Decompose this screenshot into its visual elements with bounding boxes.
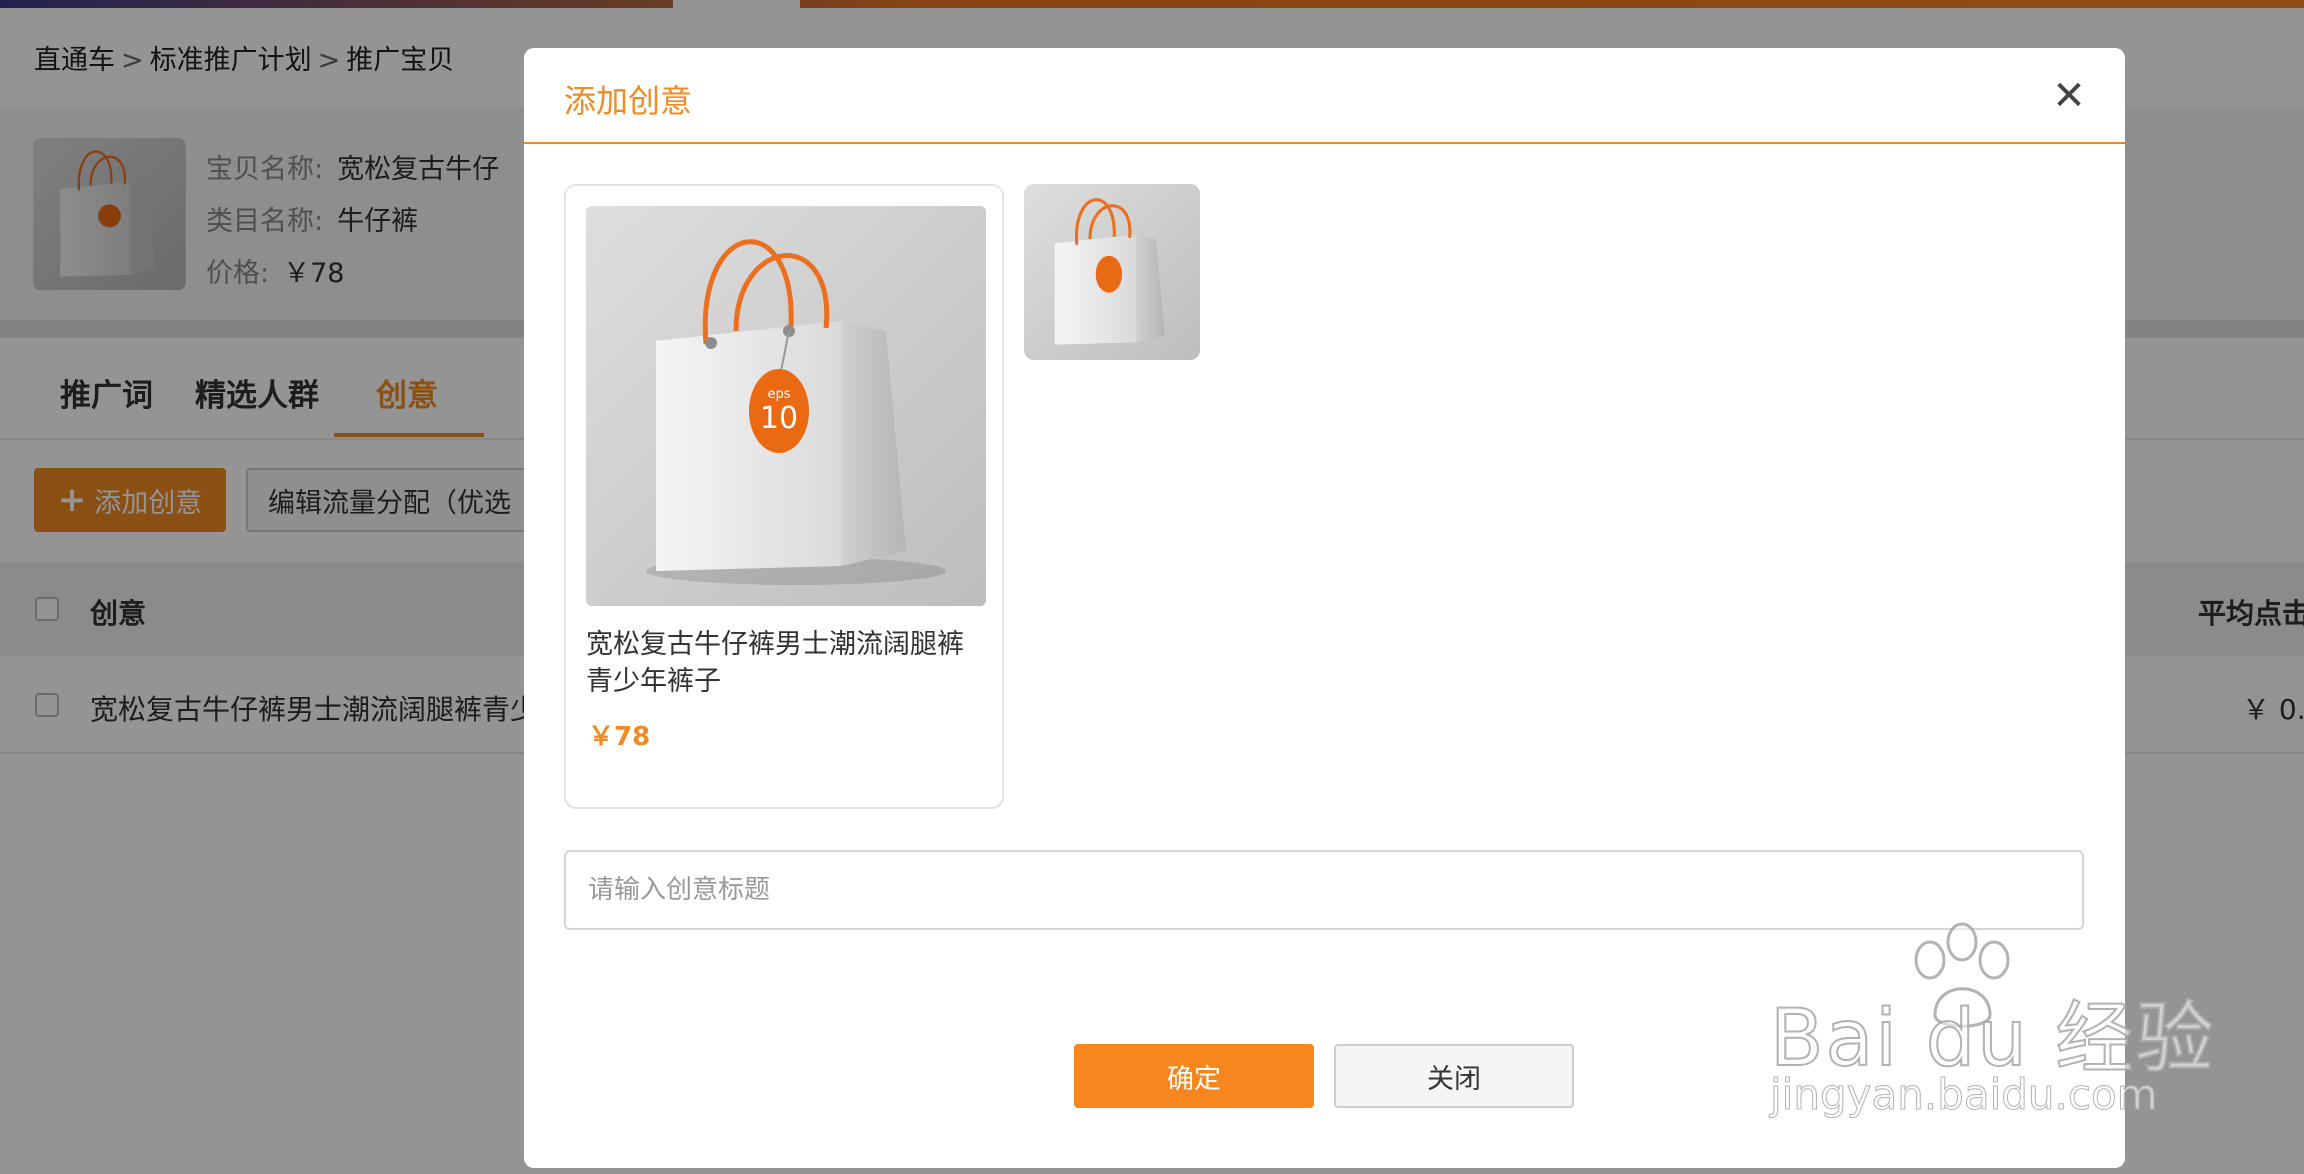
confirm-button[interactable]: 确定 — [1074, 1044, 1314, 1108]
creative-title-input[interactable] — [564, 850, 2084, 930]
tag-text-eps: eps — [767, 387, 790, 402]
creative-card-price: ￥78 — [588, 722, 651, 752]
watermark: Bai du 经验 jingyan.baidu.com — [1760, 920, 2215, 1140]
dialog-title: 添加创意 — [564, 82, 693, 120]
creative-preview-card[interactable]: eps 10 宽松复古牛仔裤男士潮流阔腿裤青少年裤子 ￥78 — [564, 184, 1004, 809]
dialog-header: 添加创意 ✕ — [524, 48, 2125, 144]
close-button[interactable]: 关闭 — [1334, 1044, 1574, 1108]
creative-image-option[interactable] — [1024, 184, 1200, 360]
creative-card-title: 宽松复古牛仔裤男士潮流阔腿裤青少年裤子 — [586, 629, 964, 697]
shopping-bag-image: eps 10 — [586, 206, 986, 606]
watermark-url: jingyan.baidu.com — [1770, 1070, 2159, 1120]
creative-main-image: eps 10 — [586, 206, 986, 606]
tag-text-number: 10 — [760, 401, 798, 436]
shopping-bag-image — [1024, 184, 1200, 360]
close-icon[interactable]: ✕ — [2047, 74, 2091, 118]
